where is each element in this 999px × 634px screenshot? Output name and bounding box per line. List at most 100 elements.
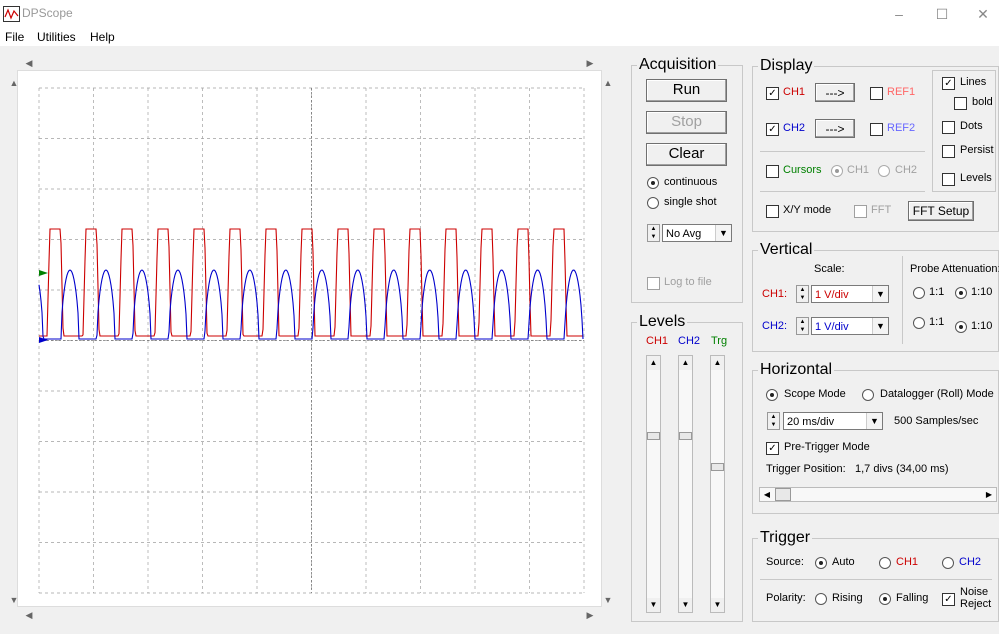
trigger-source-ch2-radio[interactable] [942,557,954,569]
ch1-att-10-radio[interactable] [955,287,967,299]
ref2-checkbox[interactable] [870,123,883,136]
lines-label: Lines [960,76,987,88]
datalogger-mode-radio[interactable] [862,389,874,401]
cursor-ch2-radio[interactable] [878,165,890,177]
trigger-source-ch2-label: CH2 [959,556,982,568]
trigger-source-auto-radio[interactable] [815,557,827,569]
scroll-right-icon: ▶ [985,490,993,499]
bold-label: bold [972,96,993,108]
timebase-select[interactable]: 20 ms/div ▼ [783,412,883,430]
levels-ch1-label: CH1 [646,335,669,347]
scope-scroll-up-arrow-right[interactable]: ▲ [601,76,615,90]
chevron-down-icon: ▼ [866,413,882,429]
ch2-level-thumb[interactable] [679,432,692,440]
cursors-checkbox[interactable] [766,165,779,178]
ch1-level-slider[interactable]: ▲ ▼ [646,355,661,613]
scroll-down-icon: ▼ [647,598,660,612]
ch2-ref-store-button[interactable]: ---> [815,119,855,138]
trigger-position-label: Trigger Position: [766,463,846,475]
ch2-att-10-radio[interactable] [955,321,967,333]
ch1-att-10-label: 1:10 [971,286,993,298]
probe-attenuation-label: Probe Attenuation: [910,263,999,275]
ch2-display-label: CH2 [783,122,806,134]
maximize-button[interactable]: ☐ [927,4,957,24]
fft-label: FFT [871,204,892,216]
timebase-spinner[interactable]: ▲ ▼ [767,412,780,430]
single-shot-radio[interactable] [647,197,659,209]
noise-reject-checkbox[interactable]: ✓ [942,593,955,606]
scope-scroll-bottom-right-arrow[interactable]: ▶ [583,608,597,622]
scope-canvas[interactable] [17,70,602,607]
minimize-button[interactable]: – [884,4,914,24]
ch1-level-thumb[interactable] [647,432,660,440]
menu-utilities[interactable]: Utilities [37,30,76,44]
close-button[interactable]: ✕ [968,4,998,24]
ref2-label: REF2 [887,122,916,134]
ch2-scale-spinner[interactable]: ▲ ▼ [796,317,809,335]
ch1-display-label: CH1 [783,86,806,98]
menu-bar: File Utilities Help [0,28,999,46]
scroll-up-icon: ▲ [679,356,692,370]
ch2-scale-select[interactable]: 1 V/div ▼ [811,317,889,335]
ch1-scale-spinner[interactable]: ▲ ▼ [796,285,809,303]
ch2-level-slider[interactable]: ▲ ▼ [678,355,693,613]
ch1-att-1-radio[interactable] [913,287,925,299]
menu-help[interactable]: Help [90,30,115,44]
trigger-source-ch1-label: CH1 [896,556,919,568]
ch2-att-1-radio[interactable] [913,317,925,329]
scope-scroll-right-arrow[interactable]: ▶ [583,56,597,70]
pretrigger-checkbox[interactable]: ✓ [766,442,779,455]
avg-spinner[interactable]: ▲ ▼ [647,224,660,242]
avg-select[interactable]: No Avg ▼ [662,224,732,242]
window-title: DPScope [22,6,73,20]
polarity-falling-radio[interactable] [879,593,891,605]
trigger-divider [760,579,992,580]
vertical-divider [902,256,903,344]
bold-checkbox[interactable] [954,97,967,110]
pretrigger-label: Pre-Trigger Mode [784,441,870,453]
cursor-ch1-radio[interactable] [831,165,843,177]
trigger-source-ch1-radio[interactable] [879,557,891,569]
run-button[interactable]: Run [646,79,727,102]
menu-file[interactable]: File [5,30,24,44]
trigger-level-thumb[interactable] [711,463,724,471]
scope-scroll-down-arrow-right[interactable]: ▼ [601,593,615,607]
levels-trg-label: Trg [711,335,728,347]
title-bar: DPScope – ☐ ✕ [0,0,999,28]
trigger-level-slider[interactable]: ▲ ▼ [710,355,725,613]
scope-scroll-left-arrow[interactable]: ◀ [22,56,36,70]
log-to-file-checkbox[interactable] [647,277,660,290]
xy-mode-checkbox[interactable] [766,205,779,218]
persist-checkbox[interactable] [942,145,955,158]
trigger-position-thumb[interactable] [775,488,791,501]
continuous-label: continuous [664,176,718,188]
scroll-up-icon: ▲ [711,356,724,370]
fft-setup-button[interactable]: FFT Setup [908,201,974,221]
noise-reject-label-1: Noise [960,586,989,598]
dots-checkbox[interactable] [942,121,955,134]
trigger-position-slider[interactable]: ◀ ▶ [759,487,997,502]
levels-title: Levels [637,313,688,331]
ch2-display-checkbox[interactable]: ✓ [766,123,779,136]
fft-checkbox[interactable] [854,205,867,218]
continuous-radio[interactable] [647,177,659,189]
ch1-display-checkbox[interactable]: ✓ [766,87,779,100]
polarity-rising-radio[interactable] [815,593,827,605]
noise-reject-label-2: Reject [960,598,992,610]
single-shot-label: single shot [664,196,717,208]
timebase-value: 20 ms/div [787,416,835,428]
ch1-scale-select[interactable]: 1 V/div ▼ [811,285,889,303]
app-icon [3,6,20,22]
levels-checkbox[interactable] [942,173,955,186]
clear-button[interactable]: Clear [646,143,727,166]
scope-mode-radio[interactable] [766,389,778,401]
ch1-ref-store-button[interactable]: ---> [815,83,855,102]
sample-rate-label: 500 Samples/sec [894,415,979,427]
lines-checkbox[interactable]: ✓ [942,77,955,90]
scope-scroll-bottom-left-arrow[interactable]: ◀ [22,608,36,622]
stop-button[interactable]: Stop [646,111,727,134]
trigger-source-auto-label: Auto [832,556,855,568]
cursors-label: Cursors [783,164,822,176]
ref1-checkbox[interactable] [870,87,883,100]
ch2-scale-value: 1 V/div [815,321,849,333]
